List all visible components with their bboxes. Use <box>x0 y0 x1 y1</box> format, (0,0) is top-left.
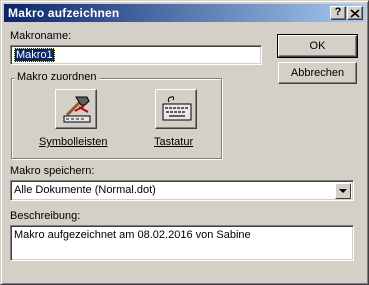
assign-macro-label: Makro zuordnen <box>15 71 99 83</box>
close-icon <box>350 9 360 18</box>
toolbars-button[interactable] <box>55 89 97 129</box>
keyboard-label-text: Tastatur <box>154 136 194 148</box>
toolbars-label-text: Symbolleisten <box>39 136 108 148</box>
cancel-button[interactable]: Abbrechen <box>278 62 357 84</box>
close-button[interactable] <box>347 6 363 20</box>
macro-name-value: Makro1 <box>14 48 55 62</box>
store-macro-select[interactable]: Alle Dokumente (Normal.dot) <box>10 180 354 201</box>
window-title: Makro aufzeichnen <box>8 6 120 20</box>
store-macro-value: Alle Dokumente (Normal.dot) <box>14 184 156 196</box>
chevron-down-icon <box>339 189 347 193</box>
ok-button[interactable]: OK <box>277 34 358 58</box>
dropdown-arrow-button[interactable] <box>335 183 351 199</box>
record-macro-dialog: Makro aufzeichnen ? Makroname: Makro1 OK… <box>0 0 369 285</box>
toolbars-label: Symbolleisten <box>39 136 107 148</box>
title-bar[interactable]: Makro aufzeichnen ? <box>4 4 366 22</box>
keyboard-icon <box>162 96 192 121</box>
keyboard-button[interactable] <box>155 89 197 129</box>
description-textarea[interactable]: Makro aufgezeichnet am 08.02.2016 von Sa… <box>10 225 354 261</box>
keyboard-label: Tastatur <box>154 136 193 148</box>
macro-name-label: Makroname: <box>10 30 72 42</box>
help-icon: ? <box>334 6 342 18</box>
description-value: Makro aufgezeichnet am 08.02.2016 von Sa… <box>14 229 251 241</box>
store-macro-label: Makro speichern: <box>10 165 95 177</box>
help-button[interactable]: ? <box>330 6 346 20</box>
macro-name-input[interactable]: Makro1 <box>10 45 262 65</box>
description-label: Beschreibung: <box>10 210 81 222</box>
hammer-icon <box>63 96 91 123</box>
